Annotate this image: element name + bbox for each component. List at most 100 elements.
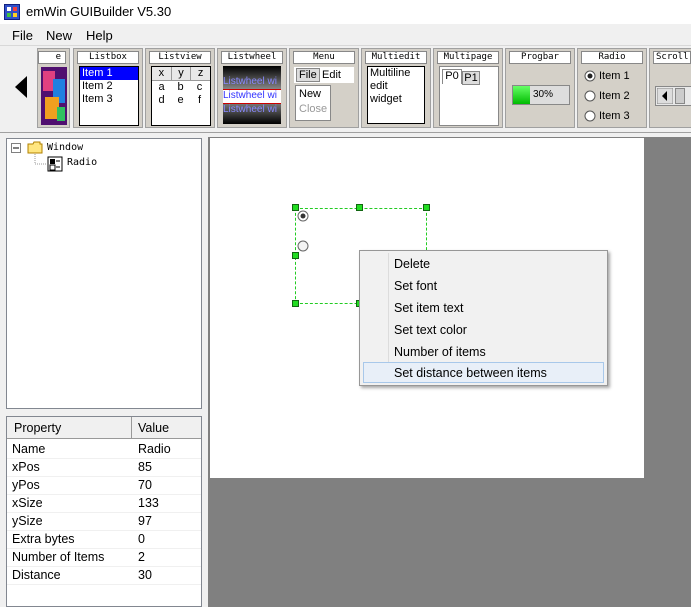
radio-preview-label: Item 2 [599, 90, 630, 102]
tool-listwheel[interactable]: Listwheel Listwheel wi Listwheel wi List… [217, 48, 287, 128]
tool-partial-label: e [38, 51, 66, 64]
scrollbar-preview [655, 86, 691, 106]
menu-new[interactable]: New [46, 28, 72, 43]
property-row[interactable]: Number of Items 2 [7, 548, 201, 567]
resize-handle-bottom-left[interactable] [292, 300, 299, 307]
listbox-item-3: Item 3 [82, 93, 113, 105]
property-name: xSize [12, 496, 43, 510]
menu-item-delete[interactable]: Delete [363, 253, 604, 274]
context-menu: Delete Set font Set item text Set text c… [359, 250, 608, 386]
progbar-fill [513, 86, 530, 104]
menu-item-label: Set item text [394, 301, 464, 315]
listview-col-y: y [172, 67, 192, 80]
progbar-preview: 30% [512, 85, 570, 105]
menu-preview-bar: File Edit [294, 67, 354, 83]
menu-preview-popup: New Close [295, 85, 331, 121]
radio-preview-item: Item 3 [584, 106, 630, 126]
menu-item-set-distance[interactable]: Set distance between items [363, 362, 604, 383]
property-row[interactable]: ySize 97 [7, 512, 201, 531]
multiedit-line: widget [370, 93, 402, 105]
property-name: xPos [12, 460, 40, 474]
multiedit-line: edit [370, 80, 388, 92]
property-value[interactable]: 70 [138, 478, 152, 492]
property-name: yPos [12, 478, 40, 492]
tool-radio-label: Radio [581, 51, 643, 64]
tree-root-label[interactable]: Window [47, 142, 83, 153]
tool-menu-label: Menu [293, 51, 355, 64]
listwheel-line: Listwheel wi [223, 76, 281, 90]
resize-handle-left[interactable] [292, 252, 299, 259]
menu-item-number-of-items[interactable]: Number of items [363, 341, 604, 362]
folder-icon [27, 141, 43, 154]
menu-preview-file: File [296, 68, 320, 82]
property-header: Property Value [7, 417, 201, 439]
property-row[interactable]: Distance 30 [7, 566, 201, 585]
scroll-thumb [675, 88, 685, 104]
listwheel-line: Listwheel wi [223, 90, 281, 104]
property-row[interactable]: Name Radio [7, 440, 201, 459]
property-grid: Property Value Name Radio xPos 85 yPos 70 x… [6, 416, 202, 607]
tool-multipage-label: Multipage [437, 51, 499, 64]
listbox-item-1: Item 1 [80, 67, 138, 80]
radio-button-checked-icon[interactable] [297, 210, 309, 222]
tool-progbar[interactable]: Progbar 30% [505, 48, 575, 128]
radio-preview-item: Item 1 [584, 66, 630, 86]
listview-cell: e [177, 94, 184, 106]
multiedit-line: Multiline [370, 67, 411, 79]
listview-col-z: z [197, 67, 204, 79]
radio-preview-label: Item 3 [599, 110, 630, 122]
listbox-item-2: Item 2 [82, 80, 113, 92]
property-value[interactable]: 30 [138, 568, 152, 582]
listview-row: a b c [152, 81, 210, 94]
property-row[interactable]: yPos 70 [7, 476, 201, 495]
property-value[interactable]: 2 [138, 550, 145, 564]
radio-widget-icon [47, 156, 63, 172]
property-value[interactable]: 133 [138, 496, 159, 510]
radio-preview-label: Item 1 [599, 70, 630, 82]
object-tree: Window Radio [6, 138, 202, 409]
tool-listbox[interactable]: Listbox Item 1 Item 2 Item 3 [73, 48, 143, 128]
property-name: Name [12, 442, 46, 456]
window-title: emWin GUIBuilder V5.30 [26, 4, 172, 19]
property-name: ySize [12, 514, 43, 528]
scroll-left-arrow-icon[interactable] [14, 76, 28, 98]
menu-item-set-text-color[interactable]: Set text color [363, 319, 604, 340]
menu-help[interactable]: Help [86, 28, 113, 43]
property-name: Distance [12, 568, 61, 582]
listview-cell: d [158, 94, 165, 106]
menu-file[interactable]: File [12, 28, 33, 43]
tree-child-label[interactable]: Radio [67, 157, 97, 168]
property-row[interactable]: xPos 85 [7, 458, 201, 477]
tool-menu[interactable]: Menu File Edit New Close [289, 48, 359, 128]
tool-listbox-label: Listbox [77, 51, 139, 64]
tool-multiedit[interactable]: Multiedit Multiline edit widget [361, 48, 431, 128]
listview-cell: b [177, 81, 184, 93]
property-value[interactable]: 97 [138, 514, 152, 528]
menu-item-label: Set distance between items [394, 366, 547, 380]
property-value[interactable]: 85 [138, 460, 152, 474]
tree-collapse-icon[interactable] [11, 143, 22, 154]
menu-item-label: Number of items [394, 345, 486, 359]
title-bar: emWin GUIBuilder V5.30 [0, 0, 691, 24]
resize-handle-top[interactable] [356, 204, 363, 211]
tool-listwheel-label: Listwheel [221, 51, 283, 64]
radio-button-unchecked-icon[interactable] [297, 240, 309, 252]
image-widget-preview [41, 67, 67, 125]
tool-partial[interactable]: e [37, 48, 70, 128]
property-value[interactable]: 0 [138, 532, 145, 546]
property-row[interactable]: xSize 133 [7, 494, 201, 513]
resize-handle-top-right[interactable] [423, 204, 430, 211]
tool-listview-label: Listview [149, 51, 211, 64]
menu-item-set-item-text[interactable]: Set item text [363, 297, 604, 318]
property-row[interactable]: Extra bytes 0 [7, 530, 201, 549]
listview-header: x y z [152, 67, 210, 81]
tool-scrollbar[interactable]: Scroll [649, 48, 691, 128]
tool-radio[interactable]: Radio Item 1 Item 2 Item 3 [577, 48, 647, 128]
radio-checked-icon [584, 70, 596, 82]
menu-item-set-font[interactable]: Set font [363, 275, 604, 296]
property-header-name: Property [14, 421, 62, 435]
app-icon [4, 4, 20, 20]
tool-listview[interactable]: Listview x y z a b c d e f [145, 48, 215, 128]
tool-multipage[interactable]: Multipage P0 P1 [433, 48, 503, 128]
property-value[interactable]: Radio [138, 442, 171, 456]
